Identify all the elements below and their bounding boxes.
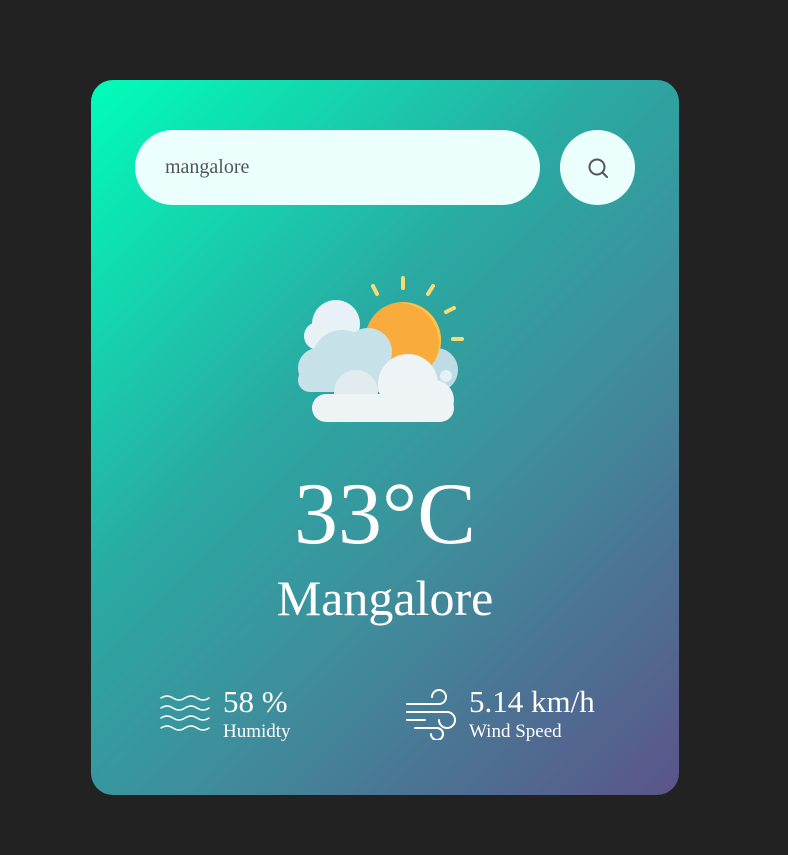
wind-detail: 5.14 km/h Wind Speed	[405, 685, 595, 743]
wind-label: Wind Speed	[469, 721, 562, 742]
partly-cloudy-sun-icon	[296, 272, 476, 432]
wind-value: 5.14 km/h	[469, 684, 595, 719]
search-button[interactable]	[560, 130, 635, 205]
humidity-text: 58 % Humidty	[223, 685, 291, 743]
humidity-label: Humidty	[223, 721, 291, 742]
search-input[interactable]	[135, 130, 540, 205]
wind-icon	[405, 688, 457, 740]
humidity-value: 58 %	[223, 684, 288, 719]
humidity-detail: 58 % Humidty	[159, 685, 291, 743]
temperature: 33°C	[294, 466, 476, 563]
search-icon	[587, 157, 609, 179]
city-name: Mangalore	[276, 570, 494, 626]
wind-text: 5.14 km/h Wind Speed	[469, 685, 595, 743]
weather-card: 33°C Mangalore 58 % Humidty	[91, 80, 679, 795]
search-bar	[135, 130, 635, 205]
humidity-waves-icon	[159, 690, 211, 738]
